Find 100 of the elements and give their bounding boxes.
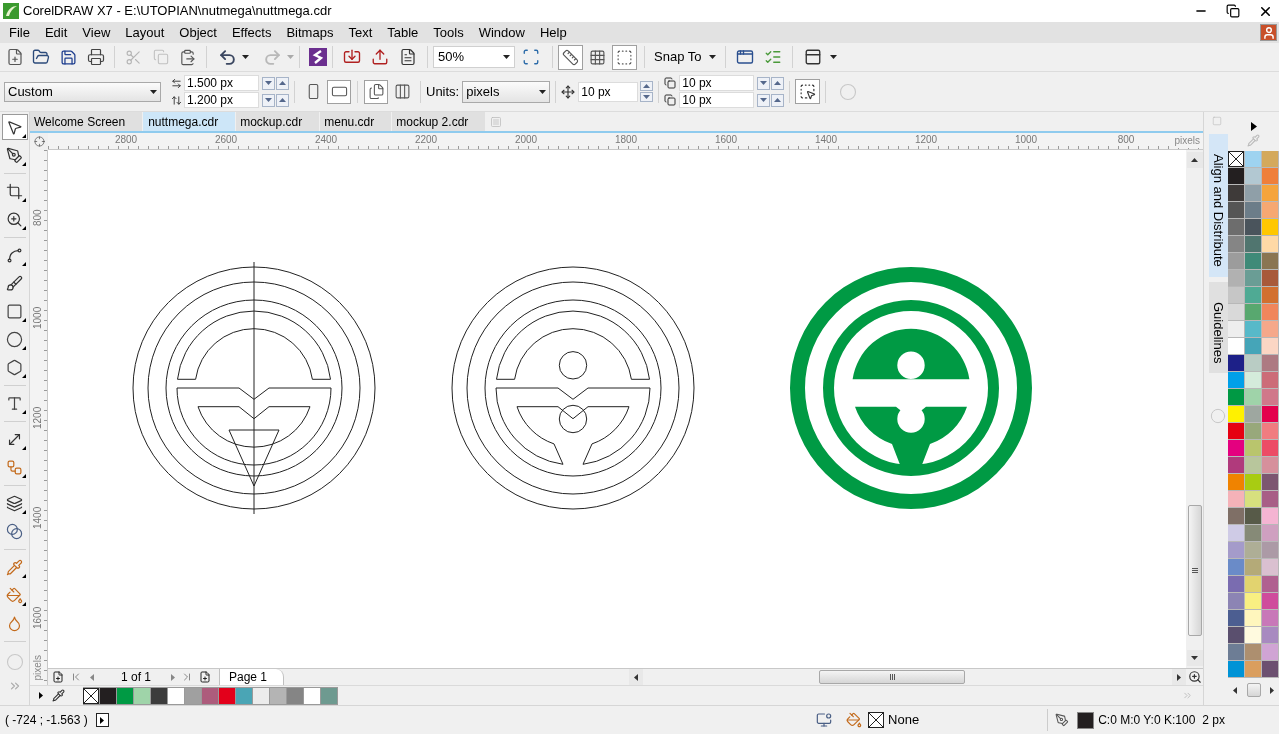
color-swatch-icon[interactable] [1262,270,1279,287]
color-swatch-icon[interactable] [1245,542,1262,559]
no-color-swatch-icon[interactable] [83,686,100,705]
color-swatch-icon[interactable] [1262,593,1279,610]
color-swatch-icon[interactable] [202,686,219,705]
color-swatch-icon[interactable] [1245,644,1262,661]
color-swatch-icon[interactable] [1228,321,1245,338]
paste-icon[interactable] [179,48,196,66]
height-field[interactable]: 1.200 px [184,92,259,108]
color-swatch-icon[interactable] [1228,559,1245,576]
color-swatch-icon[interactable] [1245,372,1262,389]
color-swatch-icon[interactable] [1245,321,1262,338]
checklist-icon[interactable] [764,48,783,66]
color-swatch-icon[interactable] [1245,338,1262,355]
color-swatch-icon[interactable] [1262,389,1279,406]
print-icon[interactable] [86,48,105,66]
app-window-icon[interactable] [736,48,755,66]
document-tab[interactable]: menu.cdr [320,112,392,131]
color-swatch-icon[interactable] [1262,491,1279,508]
color-swatch-icon[interactable] [1228,474,1245,491]
color-swatch-icon[interactable] [1228,236,1245,253]
color-swatch-icon[interactable] [1245,168,1262,185]
all-pages-button[interactable] [364,79,388,104]
color-swatch-icon[interactable] [1245,661,1262,678]
eyedropper-icon[interactable] [52,689,65,702]
color-swatch-icon[interactable] [1262,525,1279,542]
color-swatch-icon[interactable] [1245,406,1262,423]
last-page-icon[interactable] [181,671,193,683]
color-swatch-icon[interactable] [1245,219,1262,236]
no-color-swatch-icon[interactable] [1228,151,1245,168]
save-icon[interactable] [59,48,77,66]
spin-down-button[interactable] [262,93,275,107]
color-swatch-icon[interactable] [321,686,338,705]
color-swatch-icon[interactable] [1262,576,1279,593]
undo-icon[interactable] [218,47,237,67]
bolt-tile-icon[interactable] [309,48,327,66]
color-swatch-icon[interactable] [1228,406,1245,423]
menu-item[interactable]: Object [174,23,222,42]
color-swatch-icon[interactable] [1228,457,1245,474]
color-swatch-icon[interactable] [1228,491,1245,508]
color-swatch-icon[interactable] [1262,253,1279,270]
color-swatch-icon[interactable] [1262,355,1279,372]
color-swatch-icon[interactable] [1262,236,1279,253]
guidelines-toggle-button[interactable] [612,44,637,70]
add-page-icon[interactable] [52,671,64,683]
color-swatch-icon[interactable] [1245,610,1262,627]
scrollbar-thumb[interactable] [819,670,965,684]
color-swatch-icon[interactable] [1228,338,1245,355]
spin-up-button[interactable] [640,81,654,91]
scroll-up-button[interactable] [1186,152,1203,168]
color-swatch-icon[interactable] [1228,389,1245,406]
color-swatch-icon[interactable] [1245,355,1262,372]
color-swatch-icon[interactable] [236,686,253,705]
color-swatch-icon[interactable] [1228,168,1245,185]
color-swatch-icon[interactable] [1262,202,1279,219]
pick-tool-button[interactable] [1,114,28,140]
menu-item[interactable]: Bitmaps [281,23,339,42]
menu-item[interactable]: Table [382,23,424,42]
palette-menu-icon[interactable] [39,692,43,699]
color-swatch-icon[interactable] [1228,644,1245,661]
color-swatch-icon[interactable] [1245,440,1262,457]
more-colors-icon[interactable] [1182,690,1193,701]
color-swatch-icon[interactable] [1245,508,1262,525]
menu-item[interactable]: File [4,23,35,42]
user-avatar-icon[interactable] [1260,24,1277,41]
color-swatch-icon[interactable] [1228,627,1245,644]
caret-icon[interactable] [830,55,838,59]
color-swatch-icon[interactable] [1262,406,1279,423]
landscape-button[interactable] [327,79,351,104]
docker-tab[interactable]: Align and Distribute [1209,134,1228,277]
crosshair-icon[interactable] [33,136,45,147]
color-swatch-icon[interactable] [1262,559,1279,576]
color-swatch-icon[interactable] [1245,525,1262,542]
menu-item[interactable]: Effects [226,23,277,42]
treat-as-filled-button[interactable] [795,79,821,104]
previous-page-icon[interactable] [90,673,94,681]
spin-down-button[interactable] [640,92,654,102]
zoom-icon[interactable] [1188,670,1202,684]
color-swatch-icon[interactable] [185,686,202,705]
menu-item[interactable]: View [77,23,116,42]
palette-menu-icon[interactable] [1250,122,1257,131]
color-swatch-icon[interactable] [1228,202,1245,219]
color-swatch-icon[interactable] [1262,321,1279,338]
restore-icon[interactable] [1226,4,1240,18]
color-swatch-icon[interactable] [270,686,287,705]
color-swatch-icon[interactable] [1245,270,1262,287]
color-swatch-icon[interactable] [1262,287,1279,304]
color-swatch-icon[interactable] [1262,168,1279,185]
scroll-left-button[interactable] [629,669,643,685]
menu-item[interactable]: Text [343,23,378,42]
palette-scroll-thumb[interactable] [1246,683,1261,697]
color-swatch-icon[interactable] [1262,440,1279,457]
color-swatch-icon[interactable] [1228,440,1245,457]
new-document-icon[interactable] [6,48,24,66]
tab-menu-icon[interactable] [490,116,503,128]
copy-icon[interactable] [152,49,169,65]
color-swatch-icon[interactable] [304,686,321,705]
monitor-icon[interactable] [816,712,833,728]
color-swatch-icon[interactable] [1245,423,1262,440]
snap-to-button[interactable]: Snap To [650,46,721,68]
